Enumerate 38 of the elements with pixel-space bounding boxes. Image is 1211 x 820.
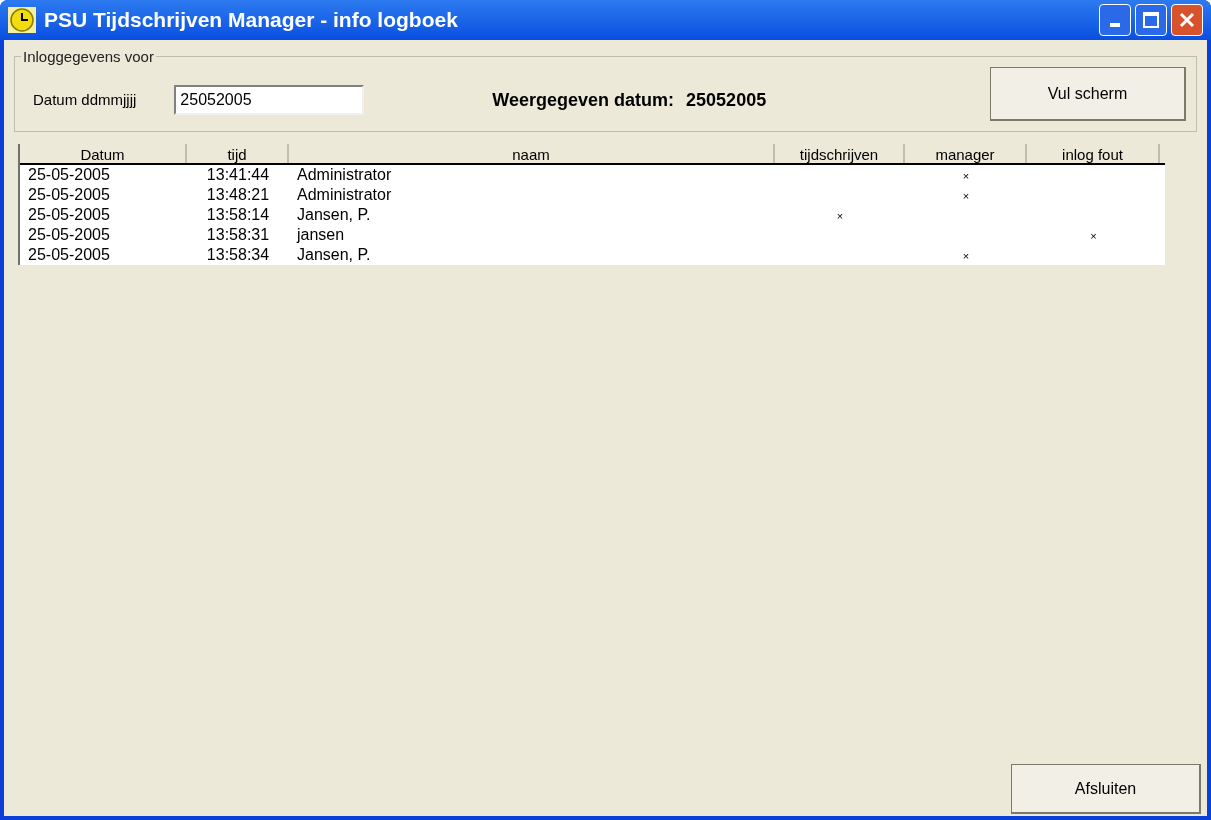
table-cell: 25-05-2005 <box>28 186 110 203</box>
clock-icon <box>8 7 36 33</box>
maximize-button[interactable] <box>1135 4 1167 36</box>
table-cell: 13:58:14 <box>206 206 270 223</box>
mark: × <box>836 210 844 222</box>
column-header[interactable]: Datum <box>20 144 187 163</box>
table-cell: 13:58:31 <box>206 226 270 243</box>
table-cell: 25-05-2005 <box>28 226 110 243</box>
table-cell: 13:48:21 <box>206 186 270 203</box>
table-cell: Jansen, P. <box>297 206 371 223</box>
table-cell: Administrator <box>297 166 392 183</box>
table-cell: 25-05-2005 <box>28 246 110 263</box>
close-icon <box>1179 12 1195 28</box>
fill-screen-button[interactable]: Vul scherm <box>990 67 1186 121</box>
table-cell: Administrator <box>297 186 392 203</box>
column-header[interactable]: inlog fout <box>1027 144 1160 163</box>
shown-date-value: 25052005 <box>686 88 767 112</box>
minimize-button[interactable] <box>1099 4 1131 36</box>
column-header[interactable]: tijdschrijven <box>775 144 905 163</box>
date-label: Datum ddmmjjjj <box>33 89 137 110</box>
table-cell: Jansen, P. <box>297 246 371 263</box>
mark: × <box>962 190 970 202</box>
table-cell: 25-05-2005 <box>28 206 110 223</box>
column-header[interactable]: manager <box>905 144 1027 163</box>
close-dialog-button[interactable]: Afsluiten <box>1011 764 1201 814</box>
mark: × <box>1090 230 1097 242</box>
column-header[interactable]: tijd <box>187 144 289 163</box>
table-cell: 13:41:44 <box>206 166 270 183</box>
table-cell: 25-05-2005 <box>28 166 110 183</box>
table-cell: 13:58:34 <box>206 246 270 263</box>
column-header[interactable]: naam <box>289 144 775 163</box>
date-input[interactable]: 25052005 <box>174 85 365 115</box>
table-cell: jansen <box>297 226 345 243</box>
close-button[interactable] <box>1171 4 1203 36</box>
mark: × <box>962 250 970 262</box>
mark: × <box>962 170 970 182</box>
window-title: PSU Tijdschrijven Manager - info logboek <box>44 7 458 34</box>
shown-date-label: Weergegeven datum: <box>492 88 675 112</box>
